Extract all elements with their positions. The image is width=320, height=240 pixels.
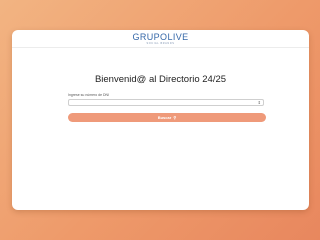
login-card: GRUPOLIVE SOCIAL BRANDS Bienvenid@ al Di… — [12, 30, 309, 210]
search-button-label: Buscar — [157, 115, 172, 120]
search-button[interactable]: Buscar ⚲ — [68, 113, 266, 122]
chevron-updown-icon: ⇕ — [257, 100, 261, 105]
page-background: { "brand": { "name": "GRUPOLIVE", "tagli… — [0, 0, 320, 240]
search-icon: ⚲ — [173, 115, 177, 120]
page-title: Bienvenid@ al Directorio 24/25 — [94, 74, 227, 85]
dni-select[interactable]: ⇕ — [68, 99, 264, 106]
dni-select-label: Ingrese su número de DNI — [68, 93, 110, 97]
brand-logo: GRUPOLIVE — [132, 32, 189, 42]
brand-tagline: SOCIAL BRANDS — [146, 42, 175, 45]
brand-header: GRUPOLIVE SOCIAL BRANDS — [12, 30, 309, 48]
